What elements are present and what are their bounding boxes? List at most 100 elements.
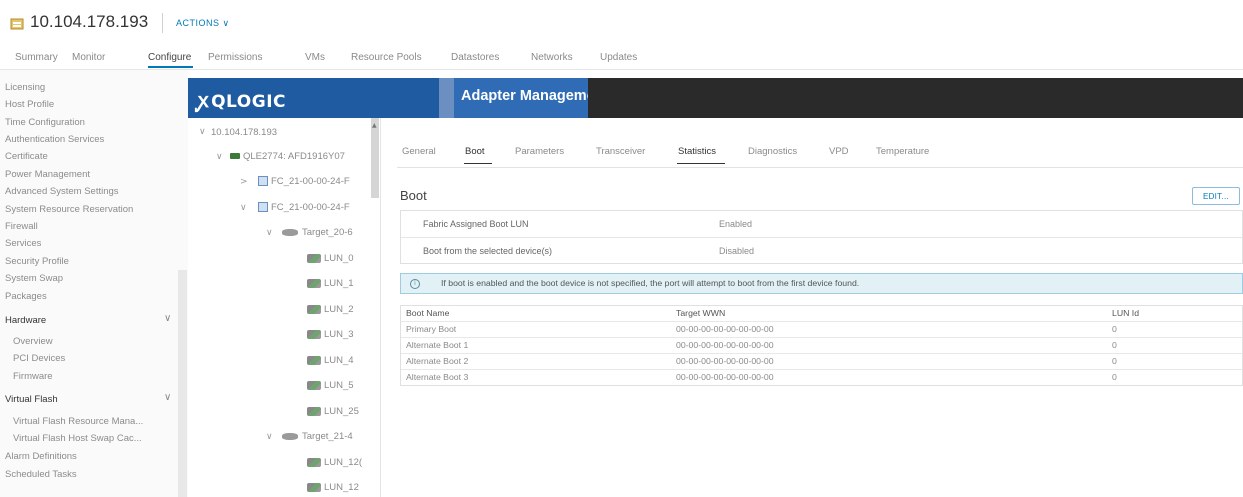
tree-port-2[interactable]: FC_21-00-00-24-F: [258, 202, 350, 213]
nav-overview[interactable]: Overview: [13, 336, 53, 347]
lun-icon: [307, 278, 321, 288]
tab-resource-pools[interactable]: Resource Pools: [351, 52, 422, 63]
tree-lun-label: LUN_12: [324, 482, 359, 493]
table-row[interactable]: Alternate Boot 1 00-00-00-00-00-00-00-00…: [401, 338, 1242, 354]
table-cell: 0: [1112, 356, 1117, 366]
chevron-down-icon[interactable]: ∨: [164, 392, 171, 403]
tab-vms[interactable]: VMs: [305, 52, 325, 63]
chevron-down-icon[interactable]: ∨: [266, 432, 273, 442]
tree-lun[interactable]: LUN_0: [307, 253, 354, 264]
table-row[interactable]: Alternate Boot 3 00-00-00-00-00-00-00-00…: [401, 370, 1242, 385]
setting-value: Enabled: [719, 219, 753, 229]
tab-diagnostics[interactable]: Diagnostics: [748, 146, 797, 157]
tab-monitor[interactable]: Monitor: [72, 52, 105, 63]
banner-title: Adapter Management: [461, 88, 609, 104]
nav-pci-devices[interactable]: PCI Devices: [13, 353, 65, 364]
tab-parameters[interactable]: Parameters: [515, 146, 564, 157]
column-header[interactable]: Boot Name: [406, 308, 449, 318]
tree-lun[interactable]: LUN_3: [307, 329, 354, 340]
tab-general[interactable]: General: [402, 146, 436, 157]
lun-icon: [307, 329, 321, 339]
tab-transceiver[interactable]: Transceiver: [596, 146, 645, 157]
tree-lun[interactable]: LUN_25: [307, 406, 359, 417]
tree-lun[interactable]: LUN_12: [307, 482, 359, 493]
chevron-down-icon[interactable]: ∨: [216, 152, 223, 162]
tree-adapter[interactable]: QLE2774: AFD1916Y07: [230, 151, 345, 162]
nav-security-profile[interactable]: Security Profile: [5, 256, 69, 267]
column-header[interactable]: Target WWN: [676, 308, 725, 318]
boot-table: Boot Name Target WWN LUN Id Primary Boot…: [400, 305, 1243, 386]
tab-permissions[interactable]: Permissions: [208, 52, 262, 63]
setting-label: Boot from the selected device(s): [423, 246, 553, 256]
chevron-down-icon[interactable]: ∨: [199, 127, 206, 137]
scroll-up-icon[interactable]: ▲: [372, 122, 377, 129]
nav-advanced-system-settings[interactable]: Advanced System Settings: [5, 186, 119, 197]
table-row[interactable]: Primary Boot 00-00-00-00-00-00-00-00 0: [401, 322, 1242, 338]
nav-certificate[interactable]: Certificate: [5, 151, 48, 162]
nav-time-configuration[interactable]: Time Configuration: [5, 117, 85, 128]
tree-lun[interactable]: LUN_12(: [307, 457, 362, 468]
banner-dark-band: [588, 78, 1243, 118]
edit-button[interactable]: EDIT...: [1192, 187, 1240, 205]
nav-section-hardware[interactable]: Hardware: [5, 315, 46, 326]
nav-system-swap[interactable]: System Swap: [5, 273, 63, 284]
tab-datastores[interactable]: Datastores: [451, 52, 499, 63]
adapter-tree: ∨ 10.104.178.193 ∨ QLE2774: AFD1916Y07 >…: [188, 118, 381, 497]
info-icon: i: [410, 279, 420, 289]
nav-services[interactable]: Services: [5, 238, 41, 249]
table-row[interactable]: Alternate Boot 2 00-00-00-00-00-00-00-00…: [401, 354, 1242, 370]
table-cell: 00-00-00-00-00-00-00-00: [676, 324, 774, 334]
lun-icon: [307, 304, 321, 314]
nav-scheduled-tasks[interactable]: Scheduled Tasks: [5, 469, 77, 480]
column-header[interactable]: LUN Id: [1112, 308, 1139, 318]
tree-port-1[interactable]: FC_21-00-00-24-F: [258, 176, 350, 187]
chevron-down-icon[interactable]: ∨: [164, 313, 171, 324]
nav-firmware[interactable]: Firmware: [13, 371, 53, 382]
chevron-right-icon[interactable]: >: [240, 177, 248, 187]
qlogic-mark-icon: ꭙ: [198, 88, 210, 112]
tree-target-1[interactable]: Target_20-6: [282, 227, 353, 238]
tree-lun[interactable]: LUN_4: [307, 355, 354, 366]
actions-menu-button[interactable]: ACTIONS ∨: [176, 18, 230, 29]
tab-vpd[interactable]: VPD: [829, 146, 849, 157]
tree-target-2-label: Target_21-4: [302, 431, 353, 442]
tab-networks[interactable]: Networks: [531, 52, 573, 63]
tree-lun-label: LUN_5: [324, 380, 354, 391]
nav-packages[interactable]: Packages: [5, 291, 47, 302]
tab-statistics[interactable]: Statistics: [678, 146, 716, 157]
tab-boot[interactable]: Boot: [465, 146, 485, 157]
nav-authentication-services[interactable]: Authentication Services: [5, 134, 104, 145]
nav-host-profile[interactable]: Host Profile: [5, 99, 54, 110]
tab-updates[interactable]: Updates: [600, 52, 637, 63]
nav-alarm-definitions[interactable]: Alarm Definitions: [5, 451, 77, 462]
sidebar-scrollbar[interactable]: [178, 270, 187, 497]
tree-host[interactable]: 10.104.178.193: [211, 127, 277, 138]
tree-port-1-label: FC_21-00-00-24-F: [271, 176, 350, 187]
tree-target-2[interactable]: Target_21-4: [282, 431, 353, 442]
setting-row: Fabric Assigned Boot LUN Enabled: [401, 211, 1242, 238]
nav-virtual-flash-host-swap[interactable]: Virtual Flash Host Swap Cac...: [13, 433, 142, 444]
nav-licensing[interactable]: Licensing: [5, 82, 45, 93]
lun-icon: [307, 406, 321, 416]
section-title: Boot: [400, 188, 427, 203]
tree-scrollbar[interactable]: [371, 118, 379, 198]
chevron-down-icon[interactable]: ∨: [266, 228, 273, 238]
tab-configure[interactable]: Configure: [148, 52, 191, 63]
tree-lun[interactable]: LUN_5: [307, 380, 354, 391]
qlogic-logo-text: QLOGIC: [211, 92, 286, 112]
nav-virtual-flash-resource[interactable]: Virtual Flash Resource Mana...: [13, 416, 143, 427]
tab-temperature[interactable]: Temperature: [876, 146, 929, 157]
chevron-down-icon[interactable]: ∨: [240, 203, 247, 213]
tree-lun[interactable]: LUN_1: [307, 278, 354, 289]
nav-section-virtual-flash[interactable]: Virtual Flash: [5, 394, 58, 405]
lun-icon: [307, 380, 321, 390]
nav-system-resource-reservation[interactable]: System Resource Reservation: [5, 204, 133, 215]
nav-firewall[interactable]: Firewall: [5, 221, 38, 232]
tree-lun-label: LUN_4: [324, 355, 354, 366]
nav-power-management[interactable]: Power Management: [5, 169, 90, 180]
table-cell: Alternate Boot 2: [406, 356, 469, 366]
lun-icon: [307, 457, 321, 467]
tree-lun[interactable]: LUN_2: [307, 304, 354, 315]
tab-summary[interactable]: Summary: [15, 52, 58, 63]
tab-indicator: [677, 163, 725, 164]
